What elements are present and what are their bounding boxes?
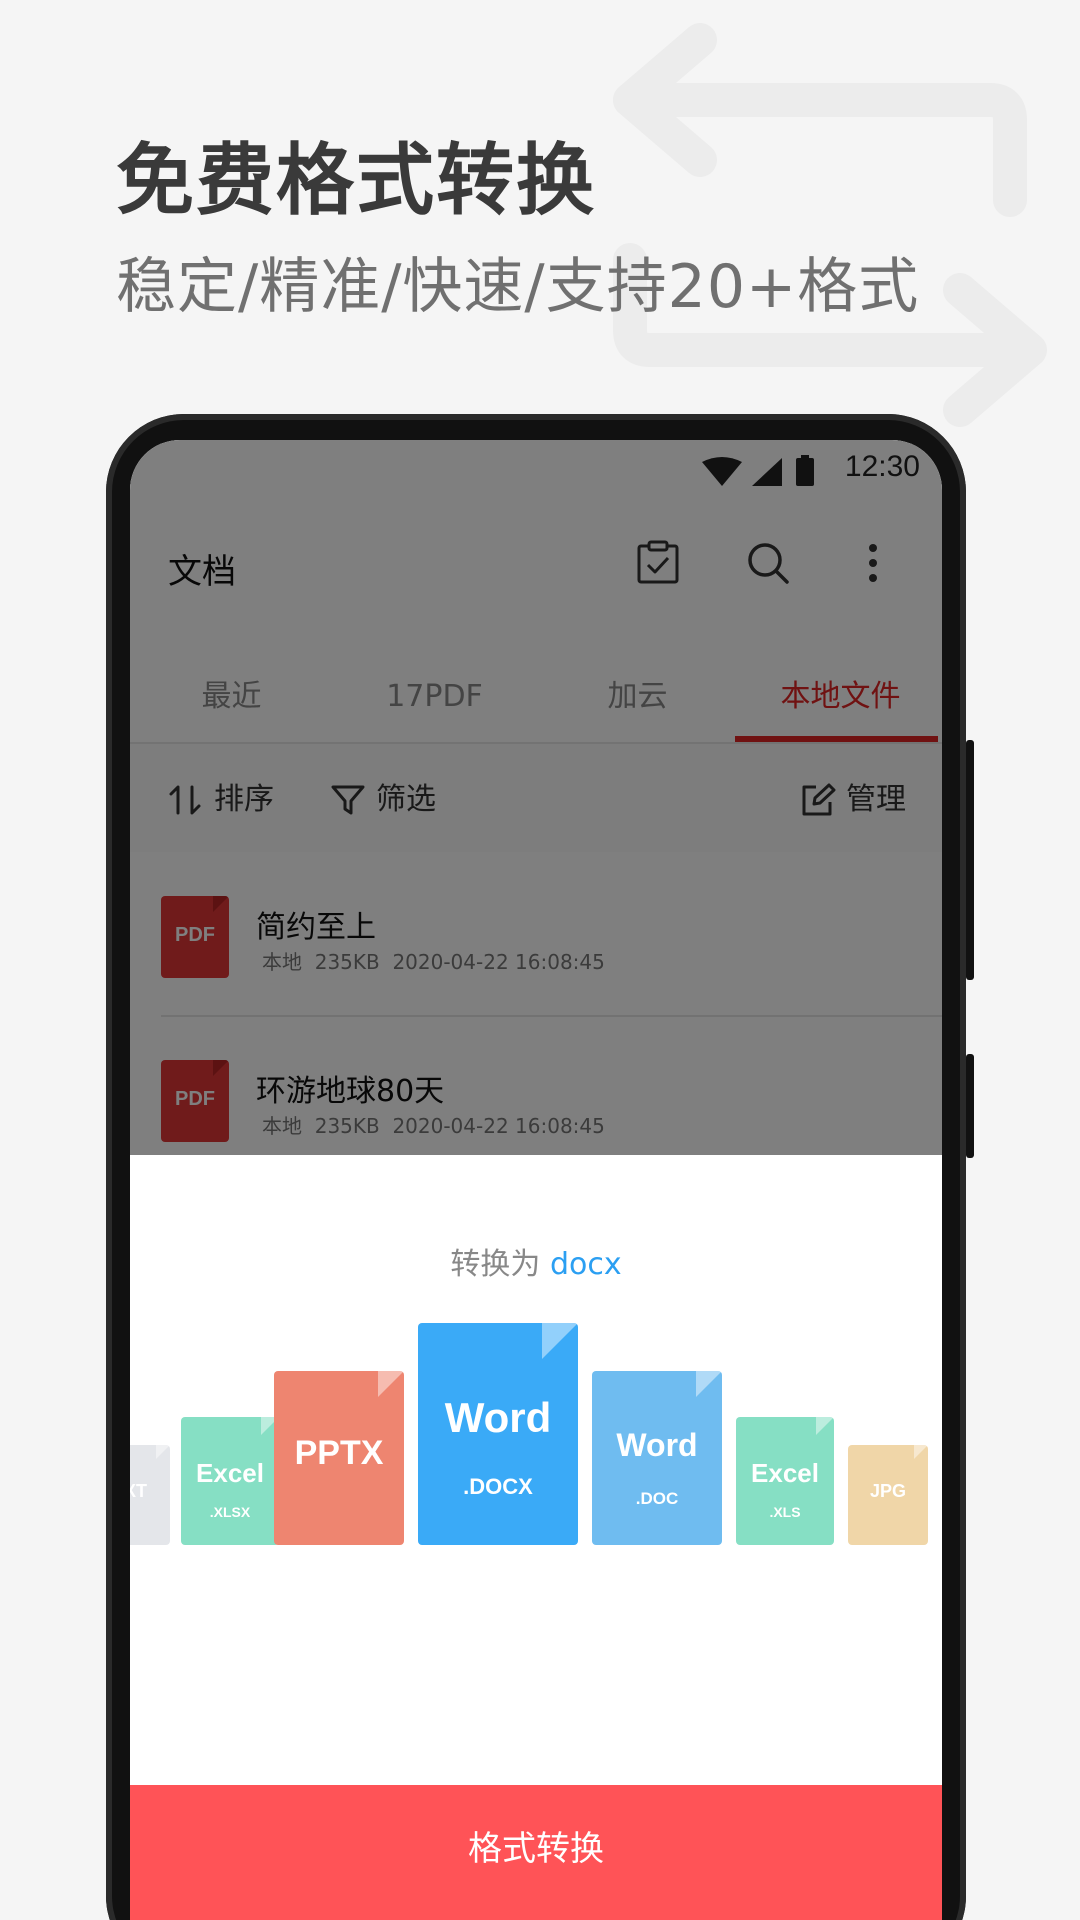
format-card-excel-xlsx[interactable]: Excel .XLSX [181,1417,279,1545]
format-card-title: JPG [869,1481,907,1501]
format-card-title: Excel [196,1457,264,1488]
convert-prefix: 转换为 [450,1247,550,1282]
modal-scrim[interactable] [130,440,942,1155]
format-card-extension: .DOC [635,1489,679,1509]
phone-side-button [966,740,974,980]
format-card-title: Word [616,1426,698,1463]
convert-target-format: docx [549,1247,622,1282]
format-card-extension: .XLS [769,1504,801,1521]
promo-subline: 稳定/精准/快速/支持20+格式 [116,252,920,322]
phone-screen: 12:30 文档 最近 17PDF 加云 本地文件 [130,440,942,1920]
format-card-jpg[interactable]: JPG [848,1445,928,1545]
phone-side-button [966,1054,974,1158]
convert-button[interactable]: 格式转换 [130,1785,942,1920]
format-card-title: Word [444,1394,552,1442]
format-card-title: PPTX [294,1433,384,1472]
format-card-extension: .XLSX [209,1504,251,1521]
format-card-extension: .DOCX [463,1473,533,1499]
format-card-title: Excel [751,1457,819,1488]
format-card-pptx[interactable]: PPTX [274,1371,404,1545]
convert-target-label: 转换为 docx [130,1239,942,1283]
format-card-word-docx[interactable]: Word .DOCX [418,1323,578,1545]
format-card-word-doc[interactable]: Word .DOC [592,1371,722,1545]
format-card-excel-xls[interactable]: Excel .XLS [736,1417,834,1545]
format-card-title: TXT [130,1481,147,1501]
convert-bottom-sheet: 转换为 docx TXT Excel .XLSX PPTX Word .DOCX Word.… [130,1155,942,1920]
promo-headline: 免费格式转换 [116,136,597,226]
documents-app: 12:30 文档 最近 17PDF 加云 本地文件 [130,440,942,1155]
format-card-txt[interactable]: TXT [130,1445,170,1545]
